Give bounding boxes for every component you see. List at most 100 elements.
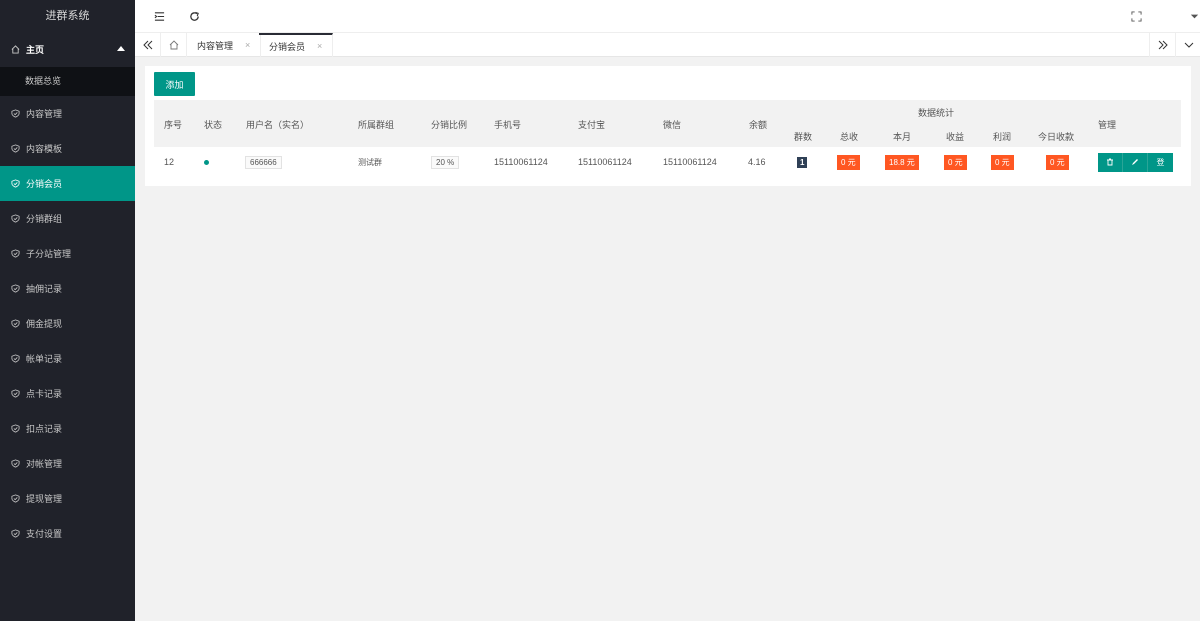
cell-total: 0 元	[837, 147, 860, 177]
ratio-tag: 20 %	[431, 155, 460, 169]
col-ratio: 分销比例	[431, 120, 468, 130]
shield-check-icon	[9, 494, 21, 503]
sidebar-item-label: 帐单记录	[26, 354, 63, 364]
col-stats-month: 本月	[893, 132, 912, 142]
close-icon[interactable]: ×	[317, 41, 322, 51]
cell-group: 测试群	[358, 157, 382, 167]
sidebar-item-1[interactable]: 内容模板	[0, 131, 135, 166]
cell-alipay: 15110061124	[578, 157, 632, 167]
sidebar-item-9[interactable]: 扣点记录	[0, 411, 135, 446]
edit-button[interactable]	[1123, 152, 1148, 172]
sidebar-item-11[interactable]: 提现管理	[0, 481, 135, 516]
sidebar-item-label: 佣金提现	[26, 319, 63, 329]
sidebar-item-8[interactable]: 点卡记录	[0, 376, 135, 411]
add-button[interactable]: 添加	[154, 72, 195, 96]
sidebar-item-label: 抽佣记录	[26, 284, 63, 294]
sidebar-item-2[interactable]: 分销会员	[0, 166, 135, 201]
table-row: 12 666666 测试群 20 % 15110061124 151100611…	[154, 147, 1181, 177]
shield-check-icon	[9, 529, 21, 538]
shield-check-icon	[9, 424, 21, 433]
shield-check-icon	[9, 249, 21, 258]
today-badge: 0 元	[1046, 154, 1069, 170]
profit-badge: 0 元	[991, 154, 1014, 170]
col-stats-total: 总收	[840, 132, 859, 142]
sidebar-item-label: 分销群组	[26, 214, 63, 224]
shield-check-icon	[9, 354, 21, 363]
user-dropdown-icon[interactable]	[1188, 10, 1200, 22]
sidebar-item-0[interactable]: 内容管理	[0, 96, 135, 131]
col-stats-groups: 群数	[794, 132, 813, 142]
shield-check-icon	[9, 319, 21, 328]
tab-bar: 内容管理 × 分销会员 ×	[135, 32, 1200, 57]
cell-income: 0 元	[944, 147, 967, 177]
delete-button[interactable]	[1098, 152, 1123, 172]
cell-phone: 15110061124	[494, 157, 548, 167]
tabs-scroll-right-icon[interactable]	[1149, 33, 1175, 57]
cell-ratio: 20 %	[431, 147, 460, 177]
sidebar-item-label: 点卡记录	[26, 389, 63, 399]
tabs-scroll-left-icon[interactable]	[135, 33, 161, 57]
sidebar-item-label: 内容模板	[26, 144, 63, 154]
menu-collapse-icon[interactable]	[153, 10, 165, 22]
sidebar-item-3[interactable]: 分销群组	[0, 201, 135, 236]
shield-check-icon	[9, 109, 21, 118]
cell-today: 0 元	[1046, 147, 1069, 177]
sidebar-item-7[interactable]: 帐单记录	[0, 341, 135, 376]
sidebar: 进群系统 主页 数据总览 内容管理内容模板分销会员分销群组子分站管理抽佣记录佣金…	[0, 0, 135, 621]
col-balance: 余额	[749, 120, 768, 130]
col-alipay: 支付宝	[578, 120, 606, 130]
shield-check-icon	[9, 389, 21, 398]
table-header: 序号 状态 用户名（实名） 所属群组 分销比例 手机号 支付宝 微信 余额 数据…	[154, 100, 1181, 147]
status-dot	[204, 147, 209, 177]
col-no: 序号	[164, 120, 183, 130]
shield-check-icon	[9, 284, 21, 293]
tabs-menu-chevron-down-icon[interactable]	[1175, 33, 1200, 57]
top-header	[135, 0, 1200, 32]
cell-wechat: 15110061124	[663, 157, 717, 167]
sidebar-item-label: 支付设置	[26, 529, 63, 539]
cell-no: 12	[164, 157, 175, 167]
col-status: 状态	[204, 120, 223, 130]
sidebar-item-label: 扣点记录	[26, 424, 63, 434]
refresh-icon[interactable]	[188, 10, 200, 22]
sidebar-item-label: 子分站管理	[26, 249, 72, 259]
shield-check-icon	[9, 179, 21, 188]
sidebar-item-label: 提现管理	[26, 494, 63, 504]
sidebar-item-10[interactable]: 对帐管理	[0, 446, 135, 481]
shield-check-icon	[9, 459, 21, 468]
col-stats-today: 今日收款	[1038, 132, 1075, 142]
sidebar-item-label: 内容管理	[26, 109, 63, 119]
cell-month: 18.8 元	[885, 147, 919, 177]
col-group: 所属群组	[358, 120, 395, 130]
tab-content-management[interactable]: 内容管理 ×	[187, 33, 262, 57]
sidebar-item-label: 分销会员	[26, 179, 63, 189]
pencil-icon	[1132, 159, 1138, 165]
fullscreen-icon[interactable]	[1130, 10, 1142, 22]
tab-distribution-members[interactable]: 分销会员 ×	[259, 33, 334, 57]
cell-balance: 4.16	[748, 157, 766, 167]
close-icon[interactable]: ×	[245, 40, 250, 50]
shield-check-icon	[9, 214, 21, 223]
sidebar-item-4[interactable]: 子分站管理	[0, 236, 135, 271]
cell-manage: 登	[1098, 147, 1173, 177]
app-logo: 进群系统	[45, 10, 90, 22]
sidebar-item-12[interactable]: 支付设置	[0, 516, 135, 551]
sidebar-item-6[interactable]: 佣金提现	[0, 306, 135, 341]
username-tag: 666666	[245, 155, 282, 169]
login-button[interactable]: 登	[1148, 152, 1173, 172]
shield-check-icon	[9, 144, 21, 153]
col-phone: 手机号	[494, 120, 522, 130]
sidebar-subitem-overview[interactable]: 数据总览	[0, 67, 135, 96]
sidebar-item-home[interactable]: 主页	[0, 32, 135, 67]
groups-badge: 1	[797, 156, 808, 168]
cell-groups: 1	[797, 147, 808, 177]
col-manage: 管理	[1098, 120, 1117, 130]
sidebar-item-label: 对帐管理	[26, 459, 63, 469]
action-group: 登	[1098, 152, 1173, 172]
home-tab-icon[interactable]	[161, 33, 187, 57]
caret-up-icon[interactable]	[117, 46, 125, 51]
cell-profit: 0 元	[991, 147, 1014, 177]
col-stats-income: 收益	[946, 132, 965, 142]
sidebar-item-5[interactable]: 抽佣记录	[0, 271, 135, 306]
col-stats-profit: 利润	[993, 132, 1012, 142]
